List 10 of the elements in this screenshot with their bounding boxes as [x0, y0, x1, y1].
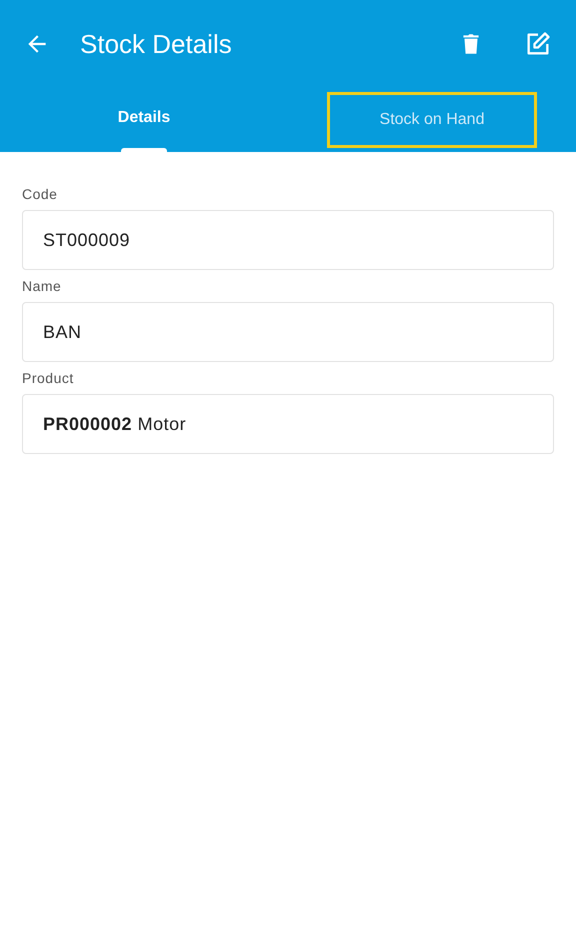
tab-indicator	[121, 148, 167, 152]
field-value-box: ST000009	[22, 210, 554, 270]
field-label: Product	[22, 370, 75, 386]
field-value-box: BAN	[22, 302, 554, 362]
screen-title: Stock Details	[80, 28, 233, 60]
field-label: Code	[22, 186, 58, 202]
tab[interactable]: Details	[102, 88, 186, 148]
field-value-box: PR000002 Motor	[22, 394, 554, 454]
field-label: Name	[22, 278, 62, 294]
tab[interactable]: Stock on Hand	[327, 92, 537, 148]
